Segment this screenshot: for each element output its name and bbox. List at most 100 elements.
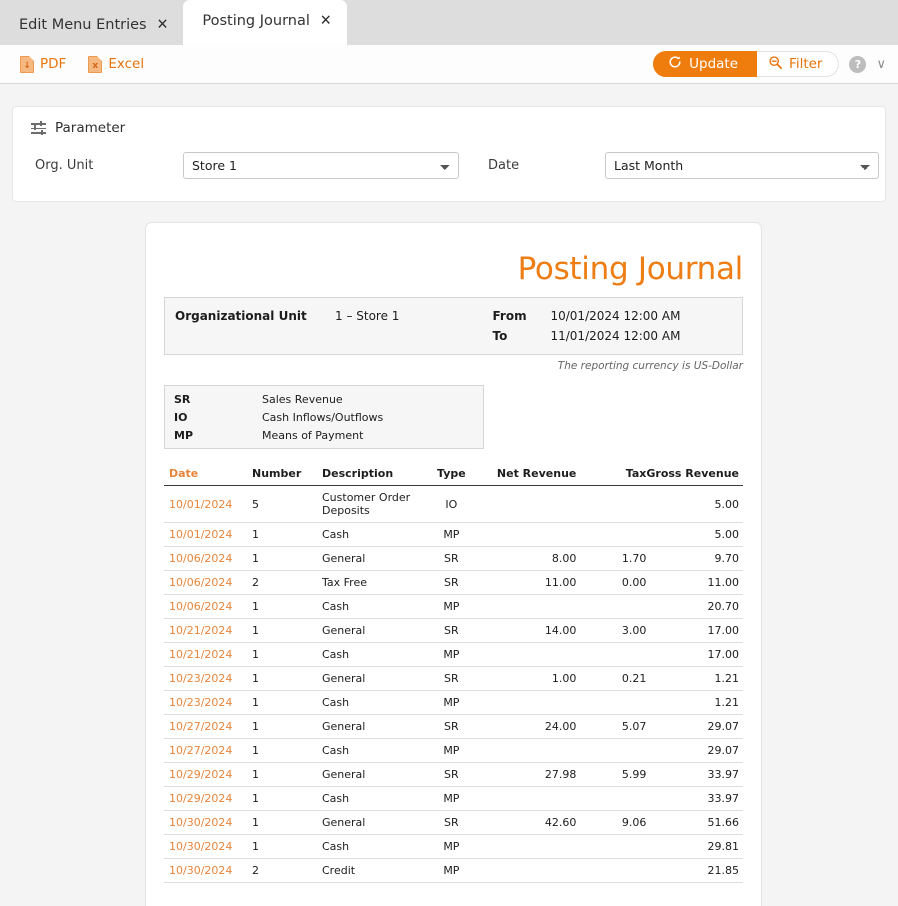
application-window: Edit Menu Entries ✕ Posting Journal ✕ ↓ … [0, 0, 898, 906]
col-header-net-revenue: Net Revenue [484, 462, 577, 486]
pdf-export-button[interactable]: ↓ PDF [20, 55, 66, 73]
type-cell: MP [418, 858, 485, 883]
col-header-net-revenue: Net Revenue [484, 901, 577, 906]
date-select[interactable]: Last Month [605, 152, 879, 179]
type-cell: IO [418, 485, 485, 523]
from-info-line: From 10/01/2024 12:00 AM [492, 306, 680, 326]
date-cell[interactable]: 10/21/2024 [164, 618, 252, 643]
net-revenue-cell: 42.60 [484, 810, 577, 835]
close-icon[interactable]: ✕ [320, 13, 332, 28]
description-cell: General [322, 666, 419, 691]
tax-cell [576, 485, 647, 523]
tab-edit-menu-entries[interactable]: Edit Menu Entries ✕ [0, 5, 184, 45]
update-filter-button-group: Update Filter [653, 51, 840, 77]
date-cell[interactable]: 10/23/2024 [164, 666, 252, 691]
col-header-tax: Tax [576, 901, 647, 906]
legend-description: Sales Revenue [262, 392, 343, 406]
number-cell: 1 [252, 522, 322, 547]
description-cell: General [322, 714, 419, 739]
parameter-title-label: Parameter [55, 120, 126, 136]
legend-code: IO [174, 410, 188, 424]
date-cell[interactable]: 10/29/2024 [164, 786, 252, 811]
currency-note: The reporting currency is US-Dollar [557, 360, 743, 372]
gross-revenue-cell: 17.00 [646, 642, 743, 667]
parameter-fields-row: Org. Unit Store 1 Date Last Month [13, 136, 885, 179]
date-cell[interactable]: 10/23/2024 [164, 690, 252, 715]
help-icon[interactable]: ? [849, 55, 867, 73]
col-header-gross-revenue: Gross Revenue [646, 901, 743, 906]
net-revenue-cell: 8.00 [484, 546, 577, 571]
tax-cell: 1.70 [576, 546, 647, 571]
report-card: Posting Journal Organizational Unit 1 – … [145, 222, 762, 906]
number-cell: 1 [252, 666, 322, 691]
gross-revenue-cell: 1.21 [646, 666, 743, 691]
refresh-icon [668, 55, 682, 73]
number-cell: 1 [252, 546, 322, 571]
tax-cell: 5.07 [576, 714, 647, 739]
pdf-file-icon: ↓ [20, 55, 34, 73]
summary-table-head: Number Description Type Net Revenue Tax … [164, 901, 743, 906]
net-revenue-cell [484, 522, 577, 547]
excel-label: Excel [108, 56, 145, 72]
type-cell: MP [418, 738, 485, 763]
col-header-number: Number [252, 462, 322, 486]
description-cell: General [322, 546, 419, 571]
date-cell[interactable]: 10/30/2024 [164, 834, 252, 859]
date-cell[interactable]: 10/06/2024 [164, 594, 252, 619]
org-unit-label: Org. Unit [35, 158, 94, 173]
filter-button[interactable]: Filter [757, 51, 840, 77]
date-cell[interactable]: 10/01/2024 [164, 485, 252, 523]
tab-posting-journal[interactable]: Posting Journal ✕ [183, 0, 347, 45]
table-row: 10/30/2024 1 Cash MP 29.81 [164, 834, 743, 859]
tax-cell [576, 690, 647, 715]
date-cell[interactable]: 10/06/2024 [164, 546, 252, 571]
excel-export-button[interactable]: x Excel [88, 55, 145, 73]
date-range-lines: From 10/01/2024 12:00 AM To 11/01/2024 1… [492, 306, 680, 346]
sliders-icon [31, 121, 46, 135]
net-revenue-cell: 11.00 [484, 570, 577, 595]
date-cell[interactable]: 10/29/2024 [164, 762, 252, 787]
col-header-description: Description [234, 901, 419, 906]
date-cell[interactable]: 10/01/2024 [164, 522, 252, 547]
number-cell: 1 [252, 642, 322, 667]
detail-header-row: Date Number Description Type Net Revenue… [164, 462, 743, 486]
update-button[interactable]: Update [653, 51, 758, 77]
chevron-down-icon[interactable]: ∨ [876, 57, 886, 72]
tab-label: Edit Menu Entries [19, 17, 147, 33]
close-icon[interactable]: ✕ [157, 18, 169, 33]
tax-cell [576, 834, 647, 859]
date-cell[interactable]: 10/27/2024 [164, 738, 252, 763]
date-cell[interactable]: 10/21/2024 [164, 642, 252, 667]
tax-cell: 3.00 [576, 618, 647, 643]
tax-cell [576, 642, 647, 667]
legend-item: MP Means of Payment [165, 426, 483, 444]
parameter-panel: Parameter Org. Unit Store 1 Date Last Mo… [12, 106, 886, 202]
date-cell[interactable]: 10/06/2024 [164, 570, 252, 595]
number-cell: 1 [252, 618, 322, 643]
detail-table-wrapper: Date Number Description Type Net Revenue… [164, 462, 743, 883]
net-revenue-cell: 24.00 [484, 714, 577, 739]
col-header-type: Type [418, 462, 485, 486]
legend-item: IO Cash Inflows/Outflows [165, 408, 483, 426]
date-cell[interactable]: 10/27/2024 [164, 714, 252, 739]
type-cell: SR [418, 714, 485, 739]
number-cell: 1 [252, 834, 322, 859]
date-cell[interactable]: 10/30/2024 [164, 810, 252, 835]
table-row: 10/06/2024 1 General SR 8.00 1.70 9.70 [164, 546, 743, 571]
date-cell[interactable]: 10/30/2024 [164, 858, 252, 883]
description-cell: Cash [322, 834, 419, 859]
org-unit-select[interactable]: Store 1 [183, 152, 459, 179]
org-unit-info-label: Organizational Unit [175, 309, 307, 323]
net-revenue-cell [484, 858, 577, 883]
net-revenue-cell: 14.00 [484, 618, 577, 643]
legend-code: SR [174, 392, 191, 406]
table-row: 10/06/2024 2 Tax Free SR 11.00 0.00 11.00 [164, 570, 743, 595]
number-cell: 1 [252, 594, 322, 619]
net-revenue-cell: 1.00 [484, 666, 577, 691]
tax-cell [576, 594, 647, 619]
description-cell: General [322, 762, 419, 787]
table-row: 10/30/2024 1 General SR 42.60 9.06 51.66 [164, 810, 743, 835]
toolbar-export-group: ↓ PDF x Excel [0, 55, 145, 73]
table-row: 10/27/2024 1 General SR 24.00 5.07 29.07 [164, 714, 743, 739]
tax-cell [576, 738, 647, 763]
